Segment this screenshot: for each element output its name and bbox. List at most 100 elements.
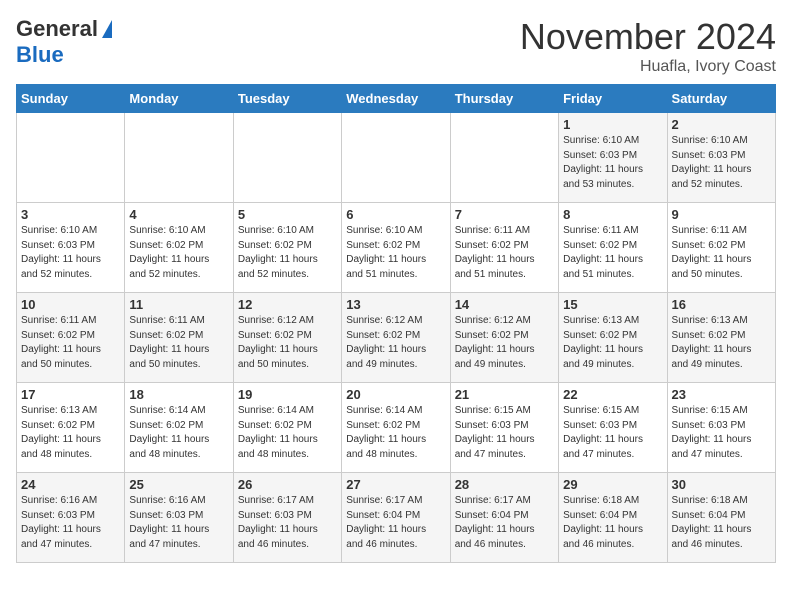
- day-info: Sunrise: 6:17 AM Sunset: 6:03 PM Dayligh…: [238, 494, 337, 552]
- day-number: 11: [129, 297, 228, 312]
- calendar-cell: 12 Sunrise: 6:12 AM Sunset: 6:02 PM Dayli…: [233, 293, 341, 383]
- day-number: 16: [672, 297, 771, 312]
- day-info: Sunrise: 6:10 AM Sunset: 6:02 PM Dayligh…: [238, 224, 337, 282]
- calendar-cell: 17 Sunrise: 6:13 AM Sunset: 6:02 PM Dayli…: [17, 383, 125, 473]
- calendar-cell: 4Sunrise: 6:10 AM Sunset: 6:02 PM Daylig…: [125, 203, 233, 293]
- day-info: Sunrise: 6:11 AM Sunset: 6:02 PM Dayligh…: [21, 314, 120, 372]
- calendar-cell: 30 Sunrise: 6:18 AM Sunset: 6:04 PM Dayli…: [667, 473, 775, 563]
- weekday-row: SundayMondayTuesdayWednesdayThursdayFrid…: [17, 85, 776, 113]
- day-number: 25: [129, 477, 228, 492]
- day-info: Sunrise: 6:13 AM Sunset: 6:02 PM Dayligh…: [21, 404, 120, 462]
- day-number: 18: [129, 387, 228, 402]
- day-number: 19: [238, 387, 337, 402]
- calendar-cell: 23 Sunrise: 6:15 AM Sunset: 6:03 PM Dayli…: [667, 383, 775, 473]
- day-number: 1: [563, 117, 662, 132]
- calendar-cell: 16 Sunrise: 6:13 AM Sunset: 6:02 PM Dayli…: [667, 293, 775, 383]
- day-info: Sunrise: 6:11 AM Sunset: 6:02 PM Dayligh…: [672, 224, 771, 282]
- weekday-header: Tuesday: [233, 85, 341, 113]
- day-number: 21: [455, 387, 554, 402]
- day-number: 5: [238, 207, 337, 222]
- calendar-cell: 11 Sunrise: 6:11 AM Sunset: 6:02 PM Dayli…: [125, 293, 233, 383]
- calendar-cell: [233, 113, 341, 203]
- calendar-cell: 3 Sunrise: 6:10 AM Sunset: 6:03 PM Daylig…: [17, 203, 125, 293]
- day-info: Sunrise: 6:11 AM Sunset: 6:02 PM Dayligh…: [455, 224, 554, 282]
- day-number: 2: [672, 117, 771, 132]
- day-number: 17: [21, 387, 120, 402]
- day-info: Sunrise: 6:11 AM Sunset: 6:02 PM Dayligh…: [563, 224, 662, 282]
- calendar-week-row: 10 Sunrise: 6:11 AM Sunset: 6:02 PM Dayli…: [17, 293, 776, 383]
- day-info: Sunrise: 6:10 AM Sunset: 6:02 PM Dayligh…: [346, 224, 445, 282]
- weekday-header: Thursday: [450, 85, 558, 113]
- logo-triangle-icon: [102, 20, 112, 38]
- calendar-cell: 10 Sunrise: 6:11 AM Sunset: 6:02 PM Dayli…: [17, 293, 125, 383]
- calendar-week-row: 3 Sunrise: 6:10 AM Sunset: 6:03 PM Daylig…: [17, 203, 776, 293]
- day-number: 13: [346, 297, 445, 312]
- calendar-week-row: 17 Sunrise: 6:13 AM Sunset: 6:02 PM Dayli…: [17, 383, 776, 473]
- calendar-cell: 29Sunrise: 6:18 AM Sunset: 6:04 PM Dayli…: [559, 473, 667, 563]
- day-info: Sunrise: 6:16 AM Sunset: 6:03 PM Dayligh…: [21, 494, 120, 552]
- calendar-cell: 5 Sunrise: 6:10 AM Sunset: 6:02 PM Daylig…: [233, 203, 341, 293]
- calendar-cell: 2Sunrise: 6:10 AM Sunset: 6:03 PM Daylig…: [667, 113, 775, 203]
- calendar-week-row: 24 Sunrise: 6:16 AM Sunset: 6:03 PM Dayli…: [17, 473, 776, 563]
- calendar-cell: 21 Sunrise: 6:15 AM Sunset: 6:03 PM Dayli…: [450, 383, 558, 473]
- calendar-cell: 6 Sunrise: 6:10 AM Sunset: 6:02 PM Daylig…: [342, 203, 450, 293]
- day-info: Sunrise: 6:15 AM Sunset: 6:03 PM Dayligh…: [672, 404, 771, 462]
- calendar-cell: 8 Sunrise: 6:11 AM Sunset: 6:02 PM Daylig…: [559, 203, 667, 293]
- day-info: Sunrise: 6:12 AM Sunset: 6:02 PM Dayligh…: [238, 314, 337, 372]
- day-info: Sunrise: 6:18 AM Sunset: 6:04 PM Dayligh…: [563, 494, 662, 552]
- calendar-cell: 9Sunrise: 6:11 AM Sunset: 6:02 PM Daylig…: [667, 203, 775, 293]
- day-number: 12: [238, 297, 337, 312]
- day-info: Sunrise: 6:18 AM Sunset: 6:04 PM Dayligh…: [672, 494, 771, 552]
- day-number: 10: [21, 297, 120, 312]
- calendar-cell: 27 Sunrise: 6:17 AM Sunset: 6:04 PM Dayli…: [342, 473, 450, 563]
- weekday-header: Sunday: [17, 85, 125, 113]
- weekday-header: Saturday: [667, 85, 775, 113]
- day-info: Sunrise: 6:13 AM Sunset: 6:02 PM Dayligh…: [563, 314, 662, 372]
- calendar-table: SundayMondayTuesdayWednesdayThursdayFrid…: [16, 84, 776, 563]
- logo-general-text: General: [16, 16, 98, 42]
- weekday-header: Monday: [125, 85, 233, 113]
- day-number: 8: [563, 207, 662, 222]
- calendar-cell: [125, 113, 233, 203]
- weekday-header: Friday: [559, 85, 667, 113]
- calendar-cell: 19 Sunrise: 6:14 AM Sunset: 6:02 PM Dayli…: [233, 383, 341, 473]
- calendar-cell: 13 Sunrise: 6:12 AM Sunset: 6:02 PM Dayli…: [342, 293, 450, 383]
- calendar-cell: 1Sunrise: 6:10 AM Sunset: 6:03 PM Daylig…: [559, 113, 667, 203]
- day-info: Sunrise: 6:15 AM Sunset: 6:03 PM Dayligh…: [455, 404, 554, 462]
- day-info: Sunrise: 6:15 AM Sunset: 6:03 PM Dayligh…: [563, 404, 662, 462]
- calendar-cell: 18Sunrise: 6:14 AM Sunset: 6:02 PM Dayli…: [125, 383, 233, 473]
- day-number: 15: [563, 297, 662, 312]
- day-info: Sunrise: 6:12 AM Sunset: 6:02 PM Dayligh…: [346, 314, 445, 372]
- calendar-cell: 28Sunrise: 6:17 AM Sunset: 6:04 PM Dayli…: [450, 473, 558, 563]
- calendar-cell: [17, 113, 125, 203]
- day-info: Sunrise: 6:17 AM Sunset: 6:04 PM Dayligh…: [346, 494, 445, 552]
- day-info: Sunrise: 6:10 AM Sunset: 6:03 PM Dayligh…: [21, 224, 120, 282]
- day-number: 27: [346, 477, 445, 492]
- day-number: 26: [238, 477, 337, 492]
- day-number: 20: [346, 387, 445, 402]
- calendar-cell: 25 Sunrise: 6:16 AM Sunset: 6:03 PM Dayli…: [125, 473, 233, 563]
- day-info: Sunrise: 6:13 AM Sunset: 6:02 PM Dayligh…: [672, 314, 771, 372]
- calendar-cell: 26 Sunrise: 6:17 AM Sunset: 6:03 PM Dayli…: [233, 473, 341, 563]
- day-number: 3: [21, 207, 120, 222]
- day-info: Sunrise: 6:14 AM Sunset: 6:02 PM Dayligh…: [238, 404, 337, 462]
- day-info: Sunrise: 6:11 AM Sunset: 6:02 PM Dayligh…: [129, 314, 228, 372]
- page-header: General Blue November 2024 Huafla, Ivory…: [16, 16, 776, 76]
- logo: General Blue: [16, 16, 112, 68]
- day-number: 6: [346, 207, 445, 222]
- day-info: Sunrise: 6:12 AM Sunset: 6:02 PM Dayligh…: [455, 314, 554, 372]
- calendar-cell: 7Sunrise: 6:11 AM Sunset: 6:02 PM Daylig…: [450, 203, 558, 293]
- calendar-cell: [450, 113, 558, 203]
- calendar-week-row: 1Sunrise: 6:10 AM Sunset: 6:03 PM Daylig…: [17, 113, 776, 203]
- calendar-cell: 22Sunrise: 6:15 AM Sunset: 6:03 PM Dayli…: [559, 383, 667, 473]
- day-info: Sunrise: 6:16 AM Sunset: 6:03 PM Dayligh…: [129, 494, 228, 552]
- calendar-cell: 24 Sunrise: 6:16 AM Sunset: 6:03 PM Dayli…: [17, 473, 125, 563]
- day-number: 24: [21, 477, 120, 492]
- weekday-header: Wednesday: [342, 85, 450, 113]
- logo-blue-text: Blue: [16, 42, 64, 68]
- day-number: 4: [129, 207, 228, 222]
- day-info: Sunrise: 6:17 AM Sunset: 6:04 PM Dayligh…: [455, 494, 554, 552]
- day-number: 30: [672, 477, 771, 492]
- day-number: 23: [672, 387, 771, 402]
- calendar-cell: 20Sunrise: 6:14 AM Sunset: 6:02 PM Dayli…: [342, 383, 450, 473]
